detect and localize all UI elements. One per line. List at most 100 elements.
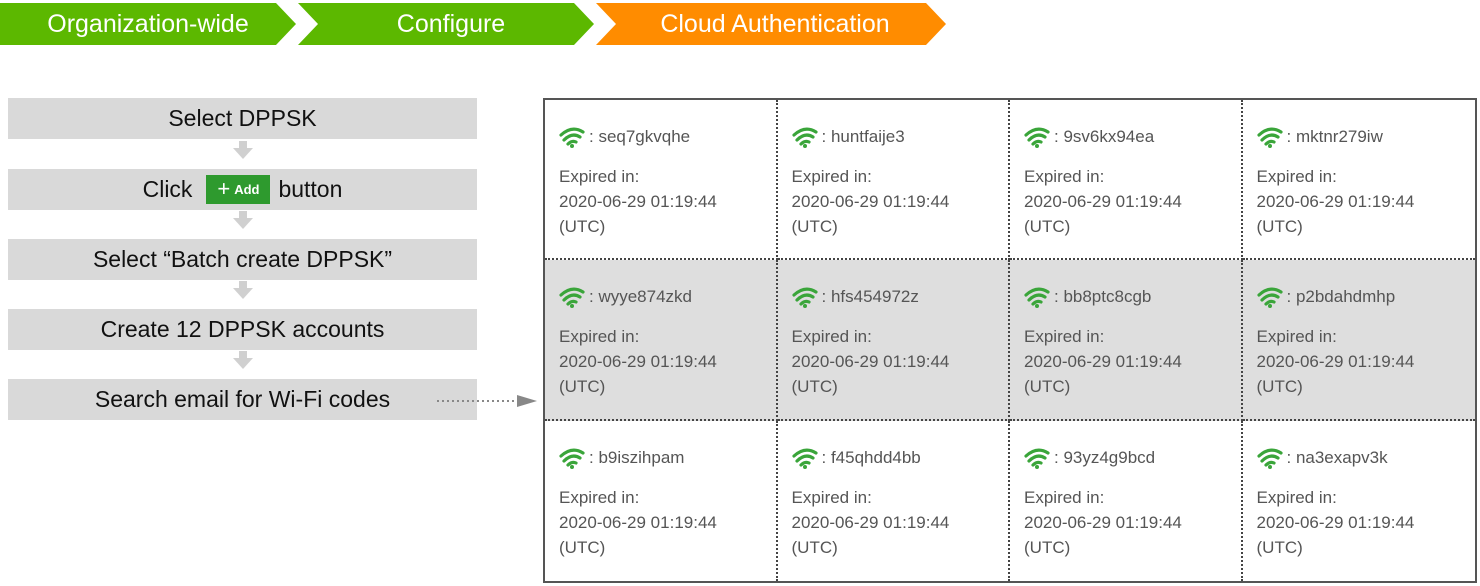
wifi-code: : b9iszihpam [589, 447, 685, 467]
wifi-code: : f45qhdd4bb [821, 447, 921, 467]
expiry-timezone: (UTC) [1256, 377, 1303, 397]
add-button[interactable]: + Add [206, 175, 271, 204]
wifi-icon [791, 126, 818, 148]
account-card: : seq7gkvqhe Expired in: 2020-06-29 01:19:… [545, 100, 778, 261]
breadcrumb-cloud-authentication[interactable]: Cloud Authentication [596, 3, 946, 45]
expired-label: Expired in: [1256, 487, 1337, 507]
expiry-timezone: (UTC) [791, 537, 838, 557]
wifi-code: : 93yz4g9bcd [1054, 447, 1156, 467]
expiry-timezone: (UTC) [559, 377, 606, 397]
expired-label: Expired in: [1024, 487, 1105, 507]
breadcrumb-organization-wide[interactable]: Organization-wide [0, 3, 296, 45]
account-header: : b9iszihpam [559, 445, 776, 471]
wifi-code: : bb8ptc8cgb [1054, 287, 1152, 307]
wifi-code: : hfs454972z [821, 287, 919, 307]
step-label: Select “Batch create DPPSK” [92, 246, 393, 272]
expiry-timezone: (UTC) [791, 377, 838, 397]
expired-label: Expired in: [791, 167, 872, 186]
expired-label: Expired in: [559, 327, 640, 347]
wifi-icon [1256, 286, 1283, 309]
expiry-date: 2020-06-29 01:19:44 [791, 512, 950, 532]
wifi-icon [1256, 126, 1283, 148]
expiry-date: 2020-06-29 01:19:44 [559, 512, 717, 532]
expired-label: Expired in: [559, 487, 640, 507]
expiry-info: Expired in: 2020-06-29 01:19:44 (UTC) [559, 485, 776, 560]
account-header: : p2bdahdmhp [1256, 284, 1476, 310]
expiry-date: 2020-06-29 01:19:44 [1256, 352, 1415, 372]
step-label: Click [142, 176, 193, 202]
down-arrow-icon [233, 211, 253, 229]
expiry-date: 2020-06-29 01:19:44 [791, 352, 950, 372]
expiry-date: 2020-06-29 01:19:44 [559, 352, 717, 372]
account-card: : huntfaije3 Expired in: 2020-06-29 01:19:… [777, 100, 1010, 261]
expiry-date: 2020-06-29 01:19:44 [1256, 192, 1415, 211]
expiry-date: 2020-06-29 01:19:44 [791, 192, 950, 211]
account-header: : huntfaije3 [791, 124, 1009, 150]
wifi-icon [1024, 286, 1050, 309]
down-arrow-icon [233, 141, 253, 159]
breadcrumb: Organization-wide Configure Cloud Authen… [0, 3, 960, 45]
wifi-icon [1256, 447, 1283, 469]
down-arrow-icon [233, 281, 253, 299]
step-click-add: Click + Add button [8, 169, 477, 210]
wifi-code: : p2bdahdmhp [1286, 287, 1396, 307]
expired-label: Expired in: [791, 487, 872, 507]
account-header: : f45qhdd4bb [791, 445, 1009, 471]
account-header: : wyye874zkd [559, 284, 776, 310]
step-label: Search email for Wi-Fi codes [94, 386, 391, 412]
wifi-icon [791, 286, 818, 309]
expiry-timezone: (UTC) [791, 217, 838, 236]
expiry-info: Expired in: 2020-06-29 01:19:44 (UTC) [1257, 324, 1476, 399]
expiry-date: 2020-06-29 01:19:44 [1024, 192, 1182, 211]
wifi-code: : seq7gkvqhe [589, 127, 691, 146]
expiry-info: Expired in: 2020-06-29 01:19:44 (UTC) [1257, 485, 1476, 560]
expiry-date: 2020-06-29 01:19:44 [1024, 512, 1182, 532]
expiry-info: Expired in: 2020-06-29 01:19:44 (UTC) [1024, 485, 1241, 560]
expired-label: Expired in: [1256, 327, 1337, 347]
wifi-icon [559, 126, 585, 148]
wifi-code: : wyye874zkd [589, 287, 692, 307]
expired-label: Expired in: [1256, 167, 1337, 186]
expiry-timezone: (UTC) [1256, 537, 1303, 557]
expiry-timezone: (UTC) [1024, 217, 1071, 236]
account-card: : hfs454972z Expired in: 2020-06-29 01:19:… [777, 260, 1010, 421]
wifi-icon [1024, 447, 1050, 469]
wifi-icon [791, 447, 818, 469]
wifi-code: : na3exapv3k [1286, 447, 1388, 467]
wifi-icon [559, 286, 585, 309]
account-card: : wyye874zkd Expired in: 2020-06-29 01:19:… [545, 260, 778, 421]
account-card: : 9sv6kx94ea Expired in: 2020-06-29 01:19:… [1010, 100, 1243, 261]
account-header: : bb8ptc8cgb [1024, 284, 1241, 310]
step-search-email: Search email for Wi-Fi codes [8, 379, 477, 420]
account-card: : na3exapv3k Expired in: 2020-06-29 01:19:… [1243, 421, 1476, 581]
account-header: : 9sv6kx94ea [1024, 124, 1241, 150]
expired-label: Expired in: [1024, 327, 1105, 347]
expiry-timezone: (UTC) [1024, 377, 1071, 397]
step-label: Select DPPSK [168, 105, 317, 131]
expiry-date: 2020-06-29 01:19:44 [1256, 512, 1415, 532]
expired-label: Expired in: [559, 167, 640, 186]
account-header: : na3exapv3k [1256, 445, 1476, 471]
expired-label: Expired in: [1024, 167, 1105, 186]
expiry-info: Expired in: 2020-06-29 01:19:44 (UTC) [1024, 164, 1241, 239]
expiry-date: 2020-06-29 01:19:44 [559, 192, 717, 211]
breadcrumb-configure[interactable]: Configure [298, 3, 594, 45]
account-card: : bb8ptc8cgb Expired in: 2020-06-29 01:19:… [1010, 260, 1243, 421]
wifi-code: : mktnr279iw [1286, 127, 1383, 146]
expiry-date: 2020-06-29 01:19:44 [1024, 352, 1182, 372]
down-arrow-icon [233, 351, 253, 369]
step-label: Create 12 DPPSK accounts [100, 316, 385, 342]
account-header: : 93yz4g9bcd [1024, 445, 1241, 471]
add-button-label: Add [234, 182, 260, 197]
expiry-info: Expired in: 2020-06-29 01:19:44 (UTC) [559, 164, 776, 239]
account-header: : seq7gkvqhe [559, 124, 776, 150]
wifi-icon [1024, 126, 1050, 148]
expiry-timezone: (UTC) [1256, 217, 1303, 236]
expiry-timezone: (UTC) [559, 217, 606, 236]
account-card: : mktnr279iw Expired in: 2020-06-29 01:19:… [1242, 100, 1476, 261]
expiry-info: Expired in: 2020-06-29 01:19:44 (UTC) [1257, 164, 1476, 239]
expiry-info: Expired in: 2020-06-29 01:19:44 (UTC) [792, 164, 1009, 239]
expiry-timezone: (UTC) [1024, 537, 1071, 557]
expiry-info: Expired in: 2020-06-29 01:19:44 (UTC) [792, 485, 1009, 560]
wifi-icon [559, 447, 585, 469]
